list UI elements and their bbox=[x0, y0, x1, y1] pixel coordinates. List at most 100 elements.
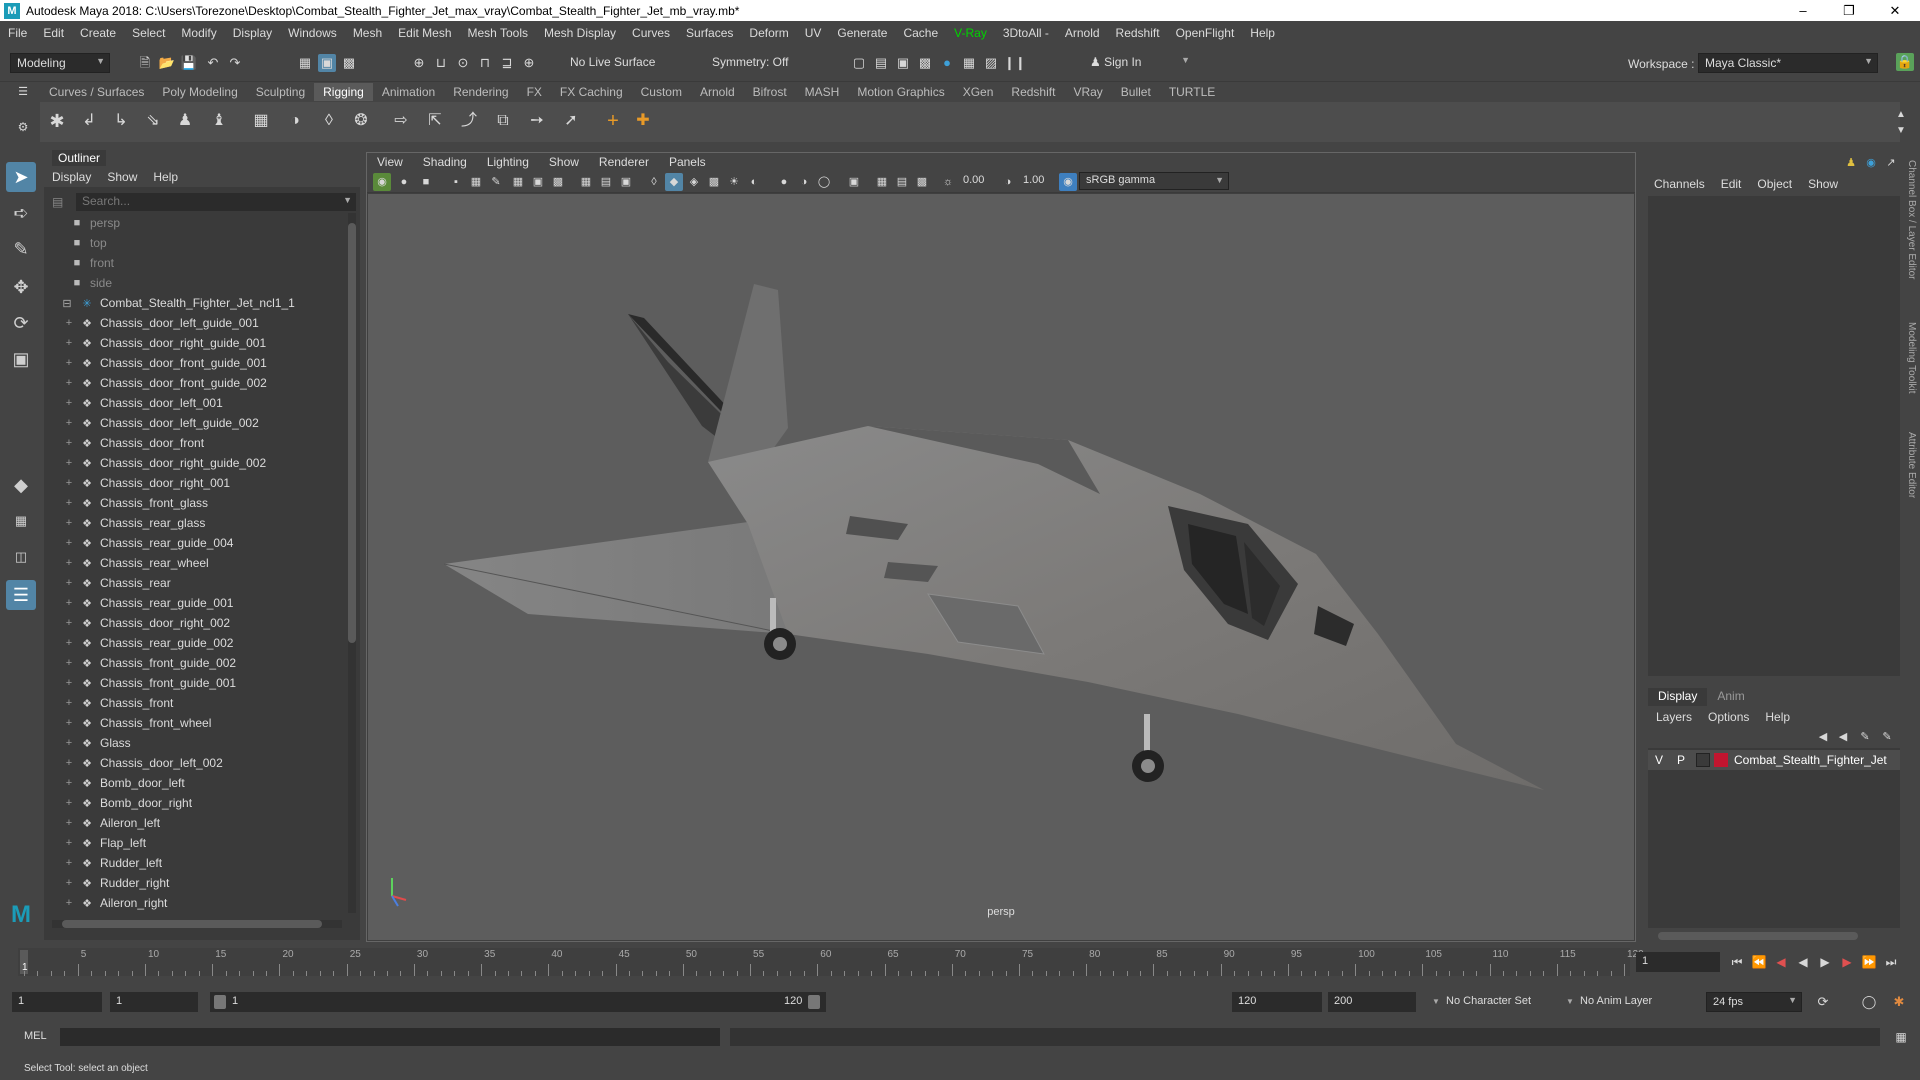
play-forward-icon[interactable]: ▶ bbox=[1816, 953, 1834, 971]
shelf-tab-motion-graphics[interactable]: Motion Graphics bbox=[848, 83, 953, 101]
point-constraint-icon[interactable]: ⇱ bbox=[426, 112, 444, 130]
outliner-camera-front[interactable]: ■ front bbox=[44, 253, 346, 273]
expand-icon[interactable]: + bbox=[64, 357, 74, 369]
expand-icon[interactable]: + bbox=[64, 397, 74, 409]
viewport-canvas[interactable]: persp bbox=[368, 194, 1634, 940]
wireframe-on-shaded-icon[interactable]: ◈ bbox=[685, 173, 703, 191]
scale-tool-icon[interactable]: ▣ bbox=[6, 344, 36, 374]
play-backward-icon[interactable]: ◀ bbox=[1794, 953, 1812, 971]
expand-icon[interactable]: + bbox=[64, 337, 74, 349]
layer-menu-layers[interactable]: Layers bbox=[1648, 710, 1700, 724]
select-hierarchy-icon[interactable]: ▦ bbox=[296, 54, 314, 72]
channel-box-menu-object[interactable]: Object bbox=[1749, 177, 1800, 191]
expand-icon[interactable]: + bbox=[64, 697, 74, 709]
viewport-menu-view[interactable]: View bbox=[367, 155, 413, 169]
select-component-icon[interactable]: ▩ bbox=[340, 54, 358, 72]
menu-openflight[interactable]: OpenFlight bbox=[1168, 26, 1243, 40]
outliner-item[interactable]: + ❖ Chassis_rear_glass bbox=[44, 513, 346, 533]
outliner-item[interactable]: + ❖ Chassis_door_left_001 bbox=[44, 393, 346, 413]
time-slider-bar[interactable]: 1 5 10 15 20 25 30 35 40 45 50 55 60 65 70 75 80 85 90 95 1… bbox=[18, 948, 1644, 976]
outliner-menu-help[interactable]: Help bbox=[145, 170, 186, 184]
humanik-icon[interactable]: ♟ bbox=[176, 112, 194, 130]
bookmark-icon[interactable]: ■ bbox=[417, 173, 435, 191]
playback-end-field[interactable]: 120 bbox=[1232, 992, 1322, 1012]
shelf-tab-rendering[interactable]: Rendering bbox=[444, 83, 517, 101]
outliner-item[interactable]: + ❖ Chassis_door_right_guide_002 bbox=[44, 453, 346, 473]
motion-blur-icon[interactable]: ◑ bbox=[795, 173, 813, 191]
channel-box-menu-channels[interactable]: Channels bbox=[1646, 177, 1713, 191]
layer-menu-help[interactable]: Help bbox=[1757, 710, 1798, 724]
menu-arnold[interactable]: Arnold bbox=[1057, 26, 1108, 40]
range-start-handle[interactable] bbox=[214, 995, 226, 1009]
shelf-tab-custom[interactable]: Custom bbox=[632, 83, 691, 101]
parent-constraint-icon[interactable]: ⇨ bbox=[392, 112, 410, 130]
snap-point-icon[interactable]: ⊙ bbox=[454, 54, 472, 72]
snap-live-icon[interactable]: ⊕ bbox=[520, 54, 538, 72]
viewport-menu-shading[interactable]: Shading bbox=[413, 155, 477, 169]
expand-icon[interactable]: + bbox=[64, 477, 74, 489]
menu-file[interactable]: File bbox=[0, 26, 35, 40]
undo-icon[interactable]: ↶ bbox=[204, 54, 222, 72]
go-to-start-icon[interactable]: ⏮ bbox=[1728, 953, 1746, 971]
outliner-item[interactable]: + ❖ Aileron_right bbox=[44, 893, 346, 913]
menu-cache[interactable]: Cache bbox=[895, 26, 946, 40]
workspace-dropdown[interactable]: Maya Classic* ▼ bbox=[1698, 53, 1878, 73]
lock-icon[interactable]: 🔒 bbox=[1896, 53, 1914, 71]
outliner-item[interactable]: + ❖ Chassis_rear_guide_002 bbox=[44, 633, 346, 653]
shadows-icon[interactable]: ◐ bbox=[745, 173, 763, 191]
render-settings-icon[interactable]: ▩ bbox=[916, 54, 934, 72]
expand-icon[interactable]: + bbox=[64, 437, 74, 449]
outliner-item[interactable]: + ❖ Chassis_door_right_002 bbox=[44, 613, 346, 633]
expand-icon[interactable]: + bbox=[64, 497, 74, 509]
redo-icon[interactable]: ↷ bbox=[226, 54, 244, 72]
ik-spline-icon[interactable]: ↳ bbox=[112, 112, 130, 130]
new-scene-icon[interactable]: 🗎 bbox=[136, 54, 154, 72]
menu-v-ray[interactable]: V-Ray bbox=[946, 26, 995, 40]
orient-constraint-icon[interactable]: ⤴ bbox=[460, 112, 478, 130]
symmetry-dropdown[interactable]: Symmetry: Off bbox=[706, 53, 808, 73]
expand-icon[interactable]: + bbox=[64, 817, 74, 829]
expand-icon[interactable]: + bbox=[64, 677, 74, 689]
shelf-tab-vray[interactable]: VRay bbox=[1064, 83, 1111, 101]
lasso-tool-icon[interactable]: ➪ bbox=[6, 198, 36, 228]
animation-prefs-icon[interactable]: ✱ bbox=[1890, 993, 1908, 1011]
layer-tab-display[interactable]: Display bbox=[1648, 688, 1708, 706]
minimize-button[interactable]: – bbox=[1780, 0, 1826, 21]
outliner-item[interactable]: + ❖ Bomb_door_right bbox=[44, 793, 346, 813]
locator-icon[interactable]: + bbox=[604, 111, 622, 131]
outliner-item[interactable]: + ❖ Chassis_door_left_guide_002 bbox=[44, 413, 346, 433]
select-tool-icon[interactable]: ➤ bbox=[6, 162, 36, 192]
expand-icon[interactable]: + bbox=[64, 517, 74, 529]
expand-icon[interactable]: + bbox=[64, 857, 74, 869]
snap-curve-icon[interactable]: ⊔ bbox=[432, 54, 450, 72]
outliner-vertical-scrollbar[interactable] bbox=[348, 213, 356, 913]
snap-surface-icon[interactable]: ⊒ bbox=[498, 54, 516, 72]
viewport-menu-panels[interactable]: Panels bbox=[659, 155, 716, 169]
lattice-icon[interactable]: ◊ bbox=[320, 112, 338, 130]
shelf-tab-redshift[interactable]: Redshift bbox=[1002, 83, 1064, 101]
side-tab-attribute-editor[interactable]: Attribute Editor bbox=[1906, 432, 1917, 498]
expand-icon[interactable]: + bbox=[64, 657, 74, 669]
paint-select-icon[interactable]: ✎ bbox=[6, 234, 36, 264]
two-view-icon[interactable]: ◫ bbox=[6, 542, 36, 572]
camera-attributes-icon[interactable]: ● bbox=[395, 173, 413, 191]
menu-mesh[interactable]: Mesh bbox=[345, 26, 390, 40]
layer-row[interactable]: V P Combat_Stealth_Fighter_Jet bbox=[1648, 750, 1900, 770]
image-plane-icon[interactable]: ▪ bbox=[447, 173, 465, 191]
smooth-shade-icon[interactable]: ◆ bbox=[665, 173, 683, 191]
outliner-item[interactable]: + ❖ Chassis_door_right_guide_001 bbox=[44, 333, 346, 353]
menu-generate[interactable]: Generate bbox=[829, 26, 895, 40]
channel-box-menu-edit[interactable]: Edit bbox=[1713, 177, 1750, 191]
open-scene-icon[interactable]: 📂 bbox=[158, 54, 176, 72]
outliner-item[interactable]: + ❖ Aileron_left bbox=[44, 813, 346, 833]
outliner-horizontal-scrollbar[interactable] bbox=[52, 920, 342, 928]
search-dropdown-icon[interactable]: ▼ bbox=[343, 195, 352, 205]
ambient-occlusion-icon[interactable]: ● bbox=[775, 173, 793, 191]
four-view-icon[interactable]: ▦ bbox=[6, 506, 36, 536]
shelf-tab-arnold[interactable]: Arnold bbox=[691, 83, 744, 101]
select-camera-icon[interactable]: ◉ bbox=[373, 173, 391, 191]
expand-icon[interactable]: + bbox=[64, 737, 74, 749]
search-options-icon[interactable]: ▤ bbox=[52, 195, 63, 209]
field-chart-icon[interactable]: ▦ bbox=[577, 173, 595, 191]
isolate-select-icon[interactable]: ▣ bbox=[845, 173, 863, 191]
